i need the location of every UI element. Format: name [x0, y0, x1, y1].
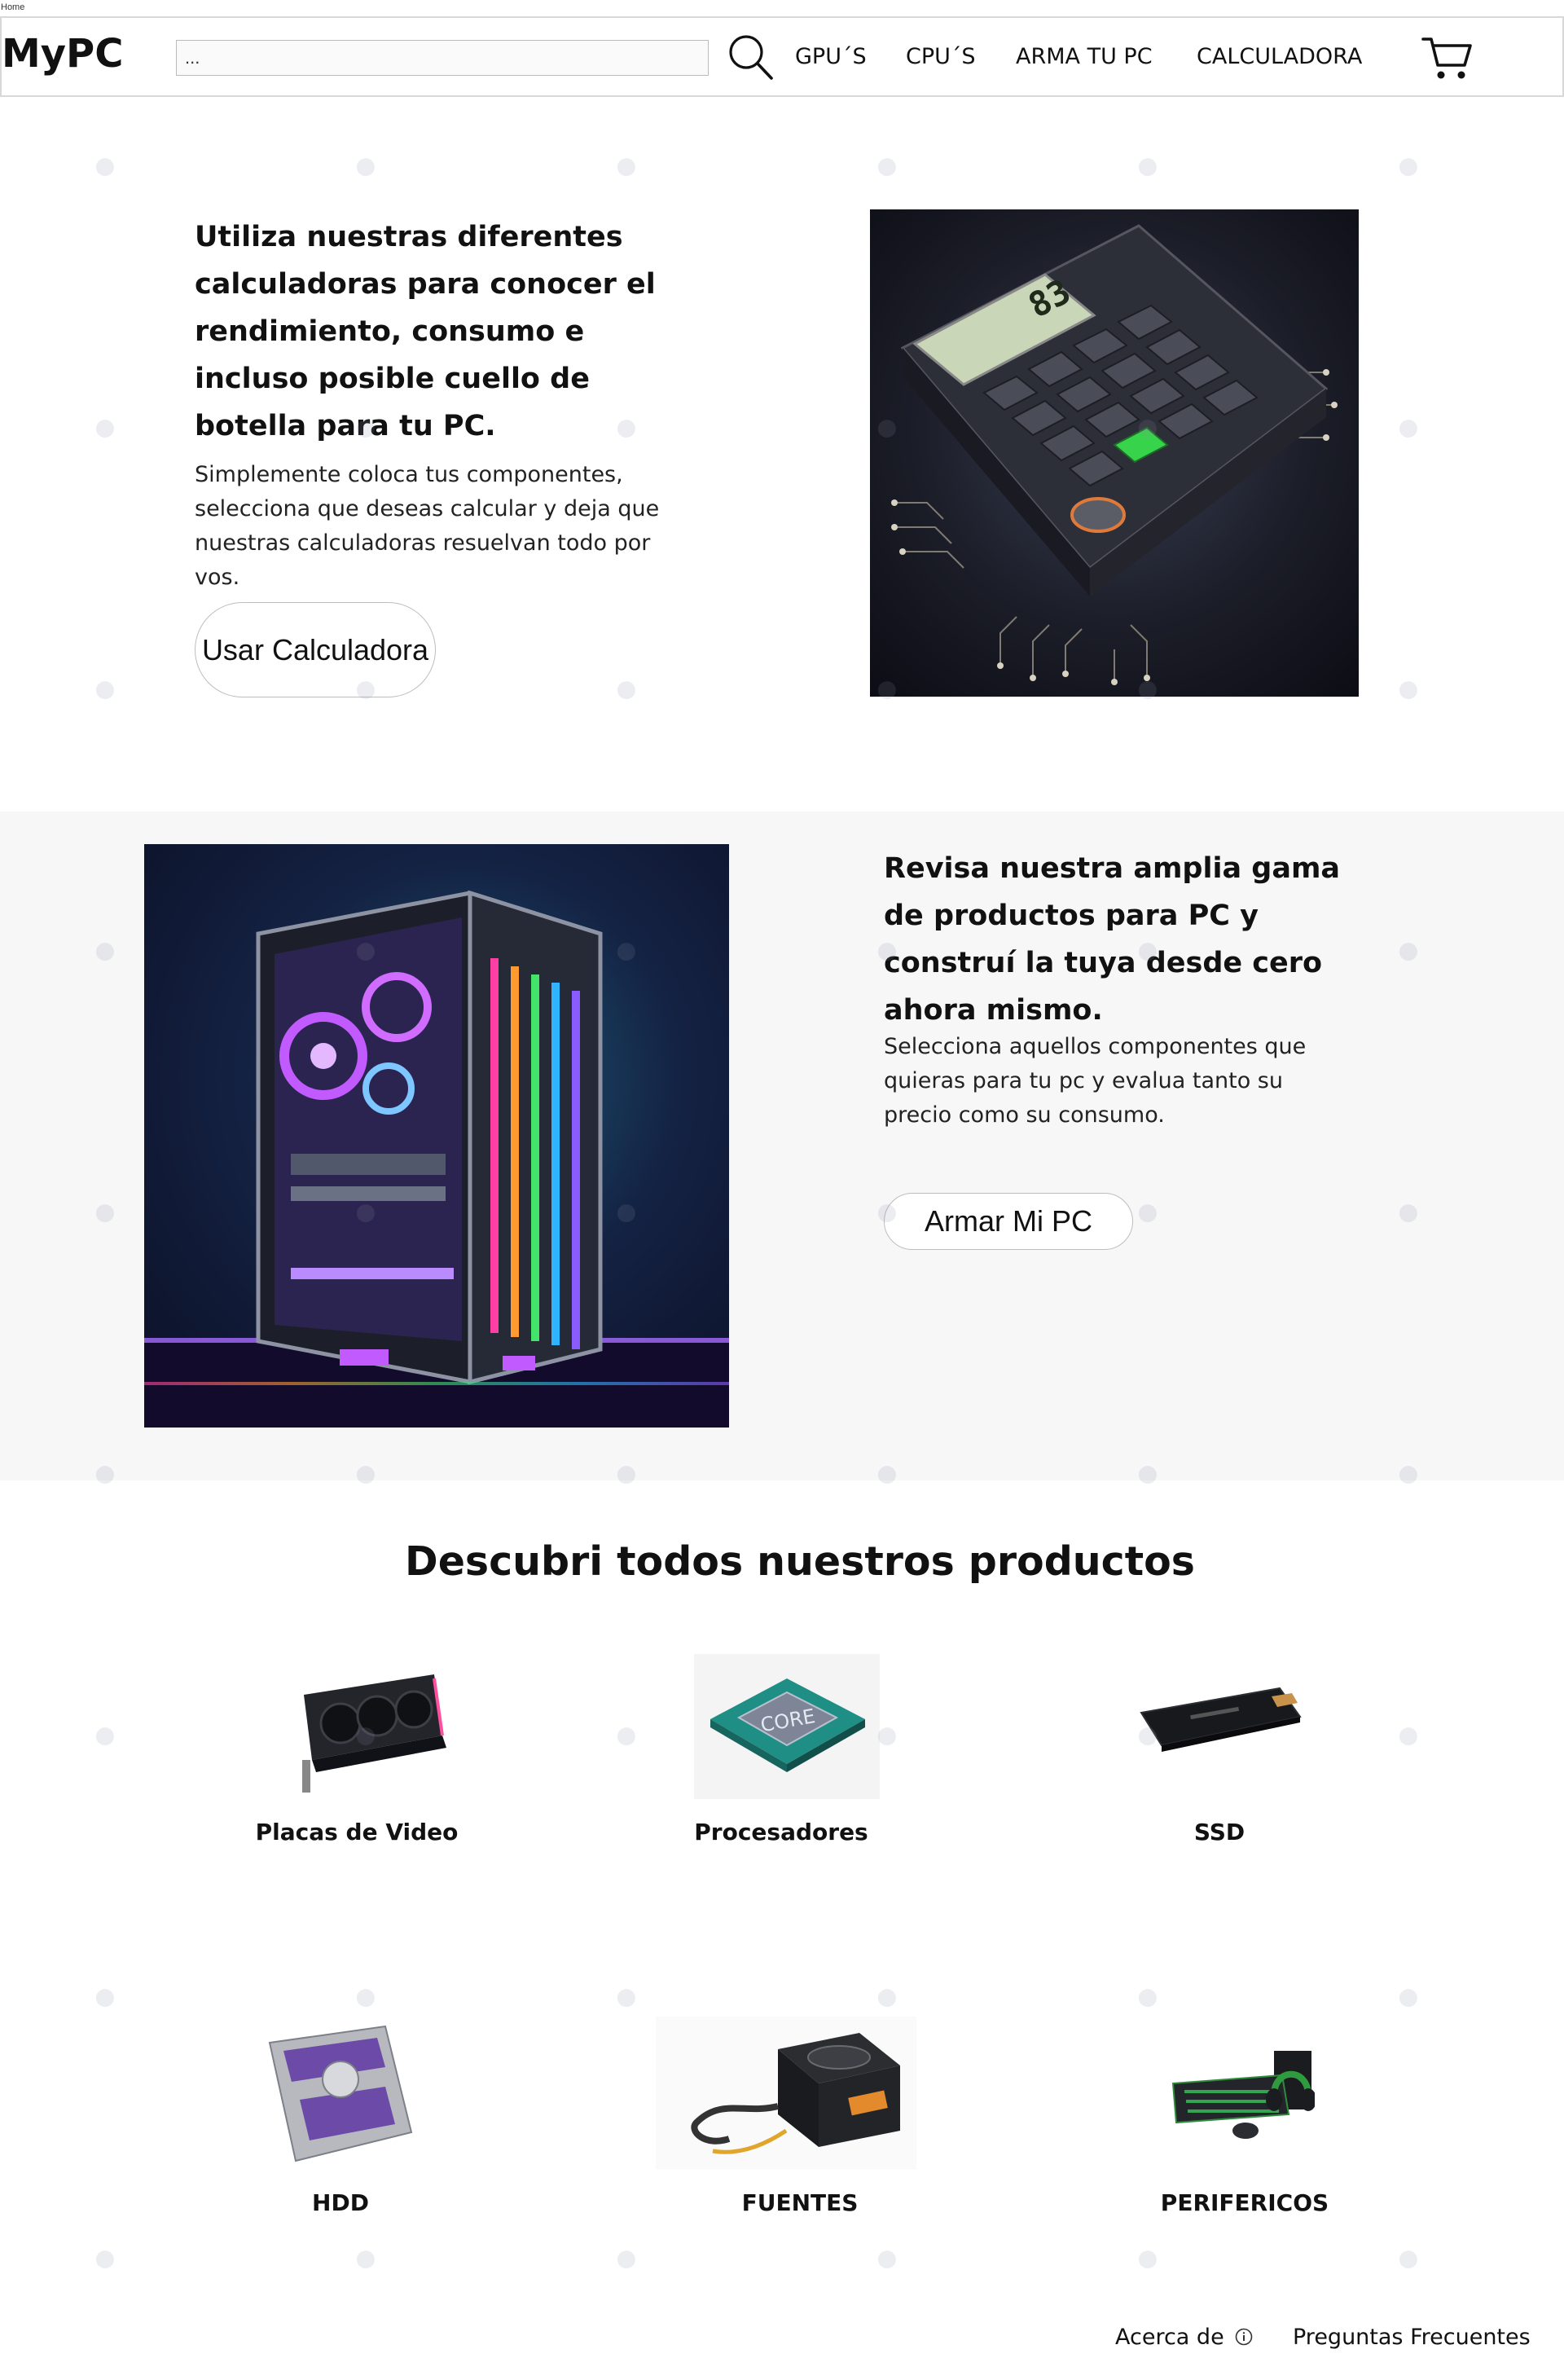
search-icon[interactable] — [727, 33, 775, 83]
category-label: Placas de Video — [255, 1819, 459, 1845]
gaming-pc-image — [144, 844, 729, 1428]
watermark-mark — [1394, 1933, 1474, 2013]
gpu-image — [279, 1638, 455, 1793]
category-card-psu[interactable]: FUENTES — [637, 2017, 963, 2220]
watermark-mark — [612, 102, 692, 183]
watermark-mark — [351, 102, 432, 183]
watermark-mark — [872, 1933, 953, 2013]
category-label: FUENTES — [741, 2189, 859, 2216]
watermark-mark — [1394, 102, 1474, 183]
watermark-mark — [90, 363, 171, 444]
category-card-gpu[interactable]: Placas de Video — [194, 1638, 520, 1858]
watermark-mark — [351, 1933, 432, 2013]
nav-calculadora[interactable]: CALCULADORA — [1197, 39, 1362, 75]
category-label: PERIFERICOS — [1160, 2189, 1329, 2216]
hdd-image — [263, 2018, 418, 2169]
watermark-mark — [90, 1671, 171, 1752]
watermark-mark — [872, 102, 953, 183]
category-card-cpu[interactable]: CORE Procesadores — [618, 1638, 944, 1858]
nav-gpus[interactable]: GPU´S — [795, 39, 867, 75]
watermark-mark — [612, 1933, 692, 2013]
use-calculator-button[interactable]: Usar Calculadora — [195, 602, 436, 697]
watermark-mark — [90, 1933, 171, 2013]
peripherals-image — [1168, 2018, 1315, 2169]
footer-link-about[interactable]: Acerca de — [1115, 2325, 1224, 2350]
page-label: Home — [1, 2, 25, 12]
nav-arma-tu-pc[interactable]: ARMA TU PC — [1016, 39, 1153, 75]
watermark-mark — [90, 102, 171, 183]
calculator-promo-text: Simplemente coloca tus componentes, sele… — [195, 462, 660, 590]
cart-icon[interactable] — [1421, 33, 1474, 83]
watermark-mark — [1133, 102, 1214, 183]
category-card-hdd[interactable]: HDD — [178, 2017, 503, 2220]
category-label: Procesadores — [694, 1819, 868, 1845]
footer-link-faq[interactable]: Preguntas Frecuentes — [1293, 2325, 1531, 2350]
watermark-mark — [90, 2194, 171, 2275]
watermark-mark — [1133, 1933, 1214, 2013]
build-my-pc-button[interactable]: Armar Mi PC — [884, 1193, 1133, 1250]
category-card-peripherals[interactable]: PERIFERICOS — [1082, 2017, 1408, 2220]
nav-cpus[interactable]: CPU´S — [906, 39, 976, 75]
watermark-mark — [1394, 1671, 1474, 1752]
search-input[interactable] — [176, 40, 709, 76]
psu-image — [656, 2017, 916, 2170]
category-label: SSD — [1193, 1819, 1245, 1845]
ssd-image — [1125, 1639, 1314, 1802]
category-label: HDD — [312, 2189, 369, 2216]
products-title: Descubri todos nuestros productos — [405, 1538, 1195, 1585]
calculator-promo-title: Utiliza nuestras diferentes calculadoras… — [195, 221, 656, 442]
info-icon — [1235, 2328, 1253, 2346]
calculator-chip-image: 83 — [870, 209, 1359, 697]
build-pc-text: Selecciona aquellos componentes que quie… — [884, 1034, 1307, 1128]
watermark-mark — [1394, 625, 1474, 706]
category-card-ssd[interactable]: SSD — [1057, 1638, 1382, 1858]
build-pc-title: Revisa nuestra amplia gama de productos … — [884, 852, 1341, 1027]
site-logo[interactable]: MyPC — [2, 31, 123, 77]
top-navbar: MyPC GPU´S CPU´S ARMA TU PC CALCULADORA — [0, 16, 1564, 97]
watermark-mark — [612, 625, 692, 706]
watermark-mark — [1394, 363, 1474, 444]
watermark-mark — [90, 625, 171, 706]
cpu-image: CORE — [694, 1654, 880, 1799]
